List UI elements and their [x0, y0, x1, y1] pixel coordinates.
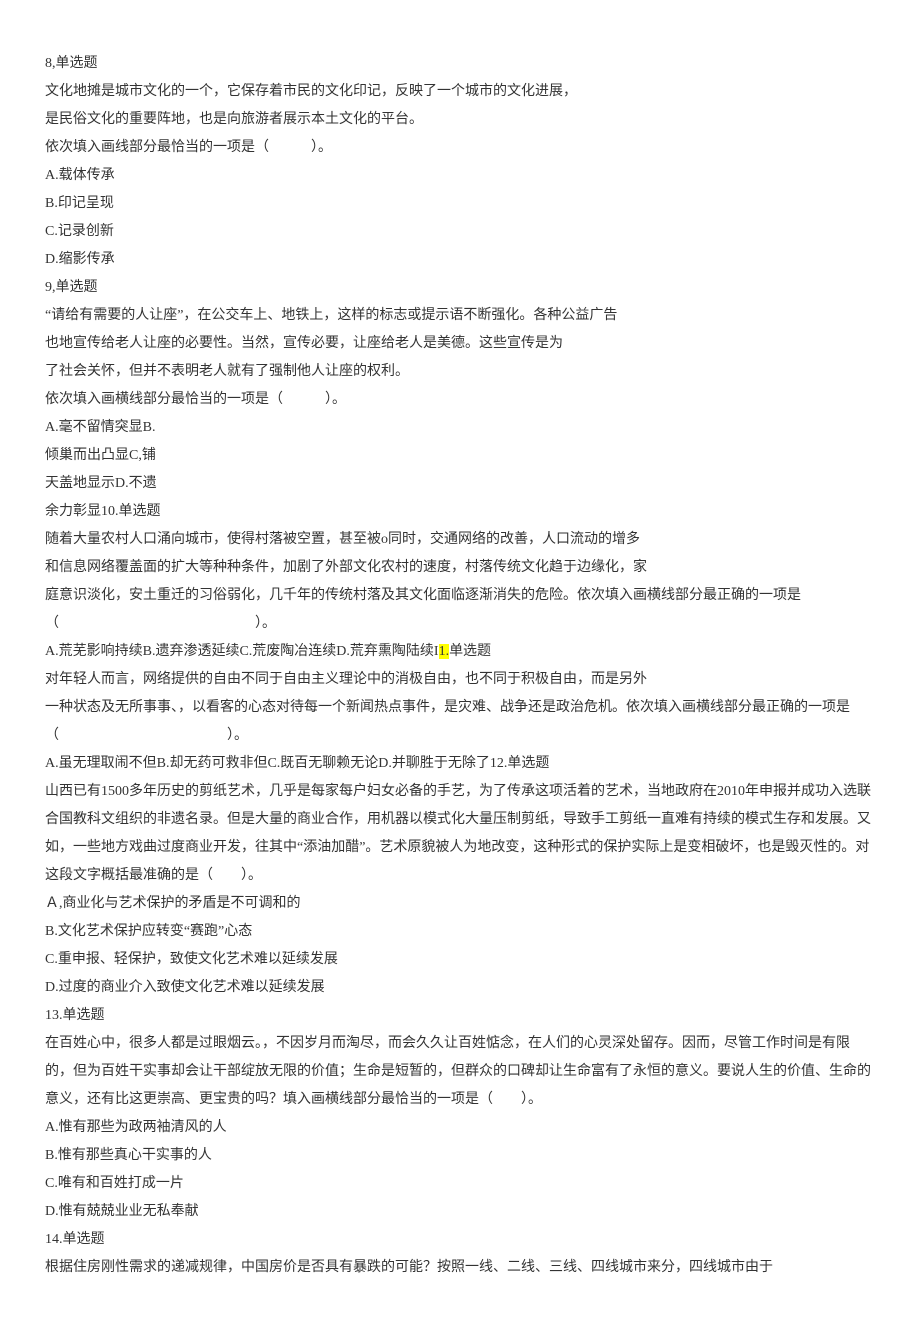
q14-header: 14.单选题: [45, 1226, 875, 1254]
q10-options: A.荒芜影响持续B.遗弃渗透延续C.荒废陶冶连续D.荒弃熏陶陆续I1.单选题: [45, 638, 875, 666]
q8-option-c: C.记录创新: [45, 218, 875, 246]
q8-header: 8,单选题: [45, 50, 875, 78]
q9-option-c: 天盖地显示D.不遗: [45, 470, 875, 498]
q13-header: 13.单选题: [45, 1002, 875, 1030]
q9-paragraph-2: 也地宣传给老人让座的必要性。当然，宣传必要，让座给老人是美德。这些宣传是为: [45, 330, 875, 358]
q10-paragraph-2: 和信息网络覆盖面的扩大等种种条件，加剧了外部文化农村的速度，村落传统文化趋于边缘…: [45, 554, 875, 582]
q10-paragraph-1: 随着大量农村人口涌向城市，使得村落被空置，甚至被o同时，交通网络的改善，人口流动…: [45, 526, 875, 554]
q13-paragraph-1: 在百姓心中，很多人都是过眼烟云。，不因岁月而淘尽，而会久久让百姓惦念，在人们的心…: [45, 1030, 875, 1114]
q12-paragraph-1: 山西已有1500多年历史的剪纸艺术，几乎是每家每户妇女必备的手艺，为了传承这项活…: [45, 778, 875, 890]
q10-paragraph-3: 庭意识淡化，安土重迁的习俗弱化，几千年的传统村落及其文化面临逐渐消失的危险。依次…: [45, 582, 875, 638]
q10-header: 余力彰显10.单选题: [45, 498, 875, 526]
q10-options-text-a: A.荒芜影响持续B.遗弃渗透延续C.荒废陶冶连续D.荒弃熏陶陆续I: [45, 644, 439, 659]
q11-header-tail: 单选题: [449, 644, 491, 659]
q9-header: 9,单选题: [45, 274, 875, 302]
q12-option-a: Ａ,商业化与艺术保护的矛盾是不可调和的: [45, 890, 875, 918]
q8-option-d: D.缩影传承: [45, 246, 875, 274]
q12-option-b: B.文化艺术保护应转变“赛跑”心态: [45, 918, 875, 946]
q8-paragraph-2: 是民俗文化的重要阵地，也是向旅游者展示本土文化的平台。: [45, 106, 875, 134]
q13-option-b: B.惟有那些真心干实事的人: [45, 1142, 875, 1170]
q11-header-highlight: 1.: [439, 644, 450, 659]
q11-paragraph-2: 一种状态及无所事事、，以看客的心态对待每一个新闻热点事件，是灾难、战争还是政治危…: [45, 694, 875, 750]
q11-paragraph-1: 对年轻人而言，网络提供的自由不同于自由主义理论中的消极自由，也不同于积极自由，而…: [45, 666, 875, 694]
q9-prompt: 依次填入画横线部分最恰当的一项是（ ）。: [45, 386, 875, 414]
q8-prompt: 依次填入画线部分最恰当的一项是（ ）。: [45, 134, 875, 162]
q13-option-d: D.惟有兢兢业业无私奉献: [45, 1198, 875, 1226]
q14-paragraph-1: 根据住房刚性需求的递减规律，中国房价是否具有暴跌的可能？按照一线、二线、三线、四…: [45, 1254, 875, 1282]
q8-option-b: B.印记呈现: [45, 190, 875, 218]
q12-option-d: D.过度的商业介入致使文化艺术难以延续发展: [45, 974, 875, 1002]
q13-option-a: A.惟有那些为政两袖清风的人: [45, 1114, 875, 1142]
q9-option-a: A.毫不留情突显B.: [45, 414, 875, 442]
q9-option-b: 倾巢而出凸显C,铺: [45, 442, 875, 470]
q9-paragraph-1: “请给有需要的人让座”，在公交车上、地铁上，这样的标志或提示语不断强化。各种公益…: [45, 302, 875, 330]
q13-option-c: C.唯有和百姓打成一片: [45, 1170, 875, 1198]
q12-option-c: C.重申报、轻保护，致使文化艺术难以延续发展: [45, 946, 875, 974]
q11-options: A.虽无理取闹不但B.却无药可救非但C.既百无聊赖无论D.并聊胜于无除了12.单…: [45, 750, 875, 778]
q8-option-a: A.载体传承: [45, 162, 875, 190]
q9-paragraph-3: 了社会关怀，但并不表明老人就有了强制他人让座的权利。: [45, 358, 875, 386]
q8-paragraph-1: 文化地摊是城市文化的一个，它保存着市民的文化印记，反映了一个城市的文化进展，: [45, 78, 875, 106]
